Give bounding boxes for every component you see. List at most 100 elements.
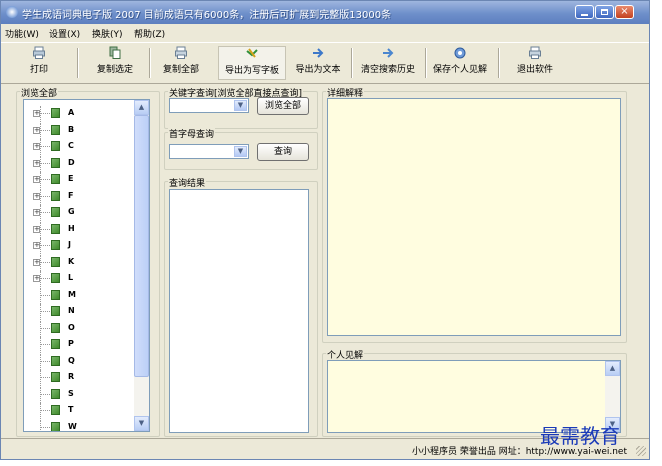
browse-tree[interactable]: + A + B + C + D + E + F + G + H + J + K + L M N O P Q R S T W ▲ ▼	[23, 99, 150, 432]
initial-input[interactable]: ▼	[169, 144, 249, 159]
book-icon	[51, 190, 60, 201]
keyword-input[interactable]: ▼	[169, 98, 249, 113]
tree-item-label: R	[68, 372, 75, 381]
tree-item[interactable]: M	[26, 287, 134, 304]
book-icon	[51, 405, 60, 415]
copy-all-button[interactable]: 复制全部	[159, 46, 203, 80]
tree-item-label: W	[68, 421, 77, 431]
detail-text[interactable]	[327, 98, 621, 336]
tree-item[interactable]: Q	[26, 353, 134, 370]
tree-item-label: T	[68, 405, 74, 414]
expand-icon[interactable]: +	[33, 209, 40, 216]
scroll-up-icon: ▲	[138, 103, 145, 111]
expand-icon[interactable]: +	[33, 275, 40, 282]
tree-item-label: C	[68, 141, 74, 150]
tree-item[interactable]: + F	[26, 188, 134, 205]
menu-skin[interactable]: 换肤(Y)	[92, 27, 123, 40]
tree-scrollbar[interactable]: ▲ ▼	[134, 100, 149, 431]
print-icon	[33, 46, 45, 59]
tree-connector	[40, 155, 41, 172]
initial-dropdown-button[interactable]: ▼	[234, 146, 247, 157]
menu-function[interactable]: 功能(W)	[5, 27, 39, 40]
tree-item[interactable]: W	[26, 419, 134, 431]
toolbar-separator	[425, 48, 426, 78]
tree-item[interactable]: S	[26, 386, 134, 403]
export-wordpad-label: 导出为写字板	[224, 66, 279, 76]
expand-icon[interactable]: +	[33, 110, 40, 117]
save-notes-button[interactable]: 保存个人见解	[429, 46, 491, 80]
tree-connector	[40, 304, 41, 320]
export-text-button[interactable]: 导出为文本	[291, 46, 345, 80]
initial-group-label: 首字母查询	[168, 127, 216, 140]
tree-item-label: A	[68, 108, 75, 117]
tree-item-label: H	[68, 223, 75, 233]
notes-scroll-up-button[interactable]: ▲	[605, 361, 620, 376]
exit-label: 退出软件	[516, 65, 553, 75]
scroll-up-icon: ▲	[609, 364, 616, 372]
export-wordpad-button[interactable]: 导出为写字板	[218, 46, 286, 80]
expand-icon[interactable]: +	[33, 225, 40, 233]
tree-item[interactable]: + D	[26, 155, 134, 172]
scroll-up-button[interactable]: ▲	[134, 100, 149, 115]
tree-item[interactable]: + H	[26, 221, 134, 238]
expand-icon[interactable]: +	[33, 143, 40, 150]
tree-item[interactable]: P	[26, 337, 134, 353]
toolbar: 打印 复制选定 复制全部 导出为写字板 导出为文本 清空搜索历史 保存个人见解	[1, 42, 649, 84]
expand-icon[interactable]: +	[33, 192, 40, 200]
title-bar[interactable]: 学生成语词典电子版 2007 目前成语只有6000条，注册后可扩展到完整版130…	[1, 1, 649, 24]
maximize-icon	[601, 9, 608, 15]
print-button[interactable]: 打印	[21, 46, 57, 80]
expand-icon[interactable]: +	[33, 159, 40, 167]
results-list[interactable]	[169, 189, 309, 433]
tree-item-label: D	[68, 157, 75, 167]
tree-item[interactable]: T	[26, 403, 134, 419]
tree-item[interactable]: O	[26, 320, 134, 337]
book-icon	[51, 108, 60, 118]
tree-item[interactable]: + A	[26, 106, 134, 122]
toolbar-separator	[351, 48, 352, 78]
book-icon	[51, 388, 60, 399]
tree-item[interactable]: + G	[26, 205, 134, 221]
scroll-thumb[interactable]	[134, 115, 149, 377]
tree-item[interactable]: + L	[26, 271, 134, 287]
minimize-icon	[581, 14, 588, 16]
tree-item[interactable]: N	[26, 304, 134, 320]
book-icon	[51, 273, 60, 283]
tree-item[interactable]: + C	[26, 139, 134, 155]
toolbar-separator	[77, 48, 78, 78]
chevron-down-icon: ▼	[237, 101, 244, 109]
tree-item[interactable]: + K	[26, 254, 134, 271]
tree-item-label: F	[68, 190, 74, 200]
browse-all-button[interactable]: 浏览全部	[257, 97, 309, 115]
copy-all-icon	[175, 46, 187, 59]
maximize-button[interactable]	[595, 5, 614, 19]
copy-selected-button[interactable]: 复制选定	[93, 46, 137, 80]
clear-history-button[interactable]: 清空搜索历史	[357, 46, 419, 80]
expand-icon[interactable]: +	[33, 126, 40, 134]
tree-item[interactable]: R	[26, 370, 134, 386]
tree-connector	[40, 320, 41, 337]
close-button[interactable]: ×	[615, 5, 634, 19]
menu-help[interactable]: 帮助(Z)	[134, 27, 165, 40]
scroll-down-button[interactable]: ▼	[134, 416, 149, 431]
exit-button[interactable]: 退出软件	[513, 46, 557, 80]
tree-item-label: J	[68, 240, 71, 249]
copy-all-label: 复制全部	[162, 65, 199, 75]
tree-connector	[41, 179, 50, 180]
tree-item[interactable]: + J	[26, 238, 134, 254]
tree-connector	[41, 311, 50, 312]
expand-icon[interactable]: +	[33, 242, 40, 249]
tree-item[interactable]: + B	[26, 122, 134, 139]
export-text-icon	[313, 48, 324, 58]
keyword-dropdown-button[interactable]: ▼	[234, 100, 247, 111]
menu-settings[interactable]: 设置(X)	[49, 27, 80, 40]
tree-item[interactable]: + E	[26, 172, 134, 188]
expand-icon[interactable]: +	[33, 176, 40, 183]
expand-icon[interactable]: +	[33, 258, 40, 266]
tree-item-label: M	[68, 289, 76, 299]
resize-grip-icon[interactable]	[636, 446, 646, 456]
book-icon	[51, 174, 60, 184]
minimize-button[interactable]	[575, 5, 594, 19]
query-button[interactable]: 查询	[257, 143, 309, 161]
clear-history-label: 清空搜索历史	[360, 65, 415, 75]
